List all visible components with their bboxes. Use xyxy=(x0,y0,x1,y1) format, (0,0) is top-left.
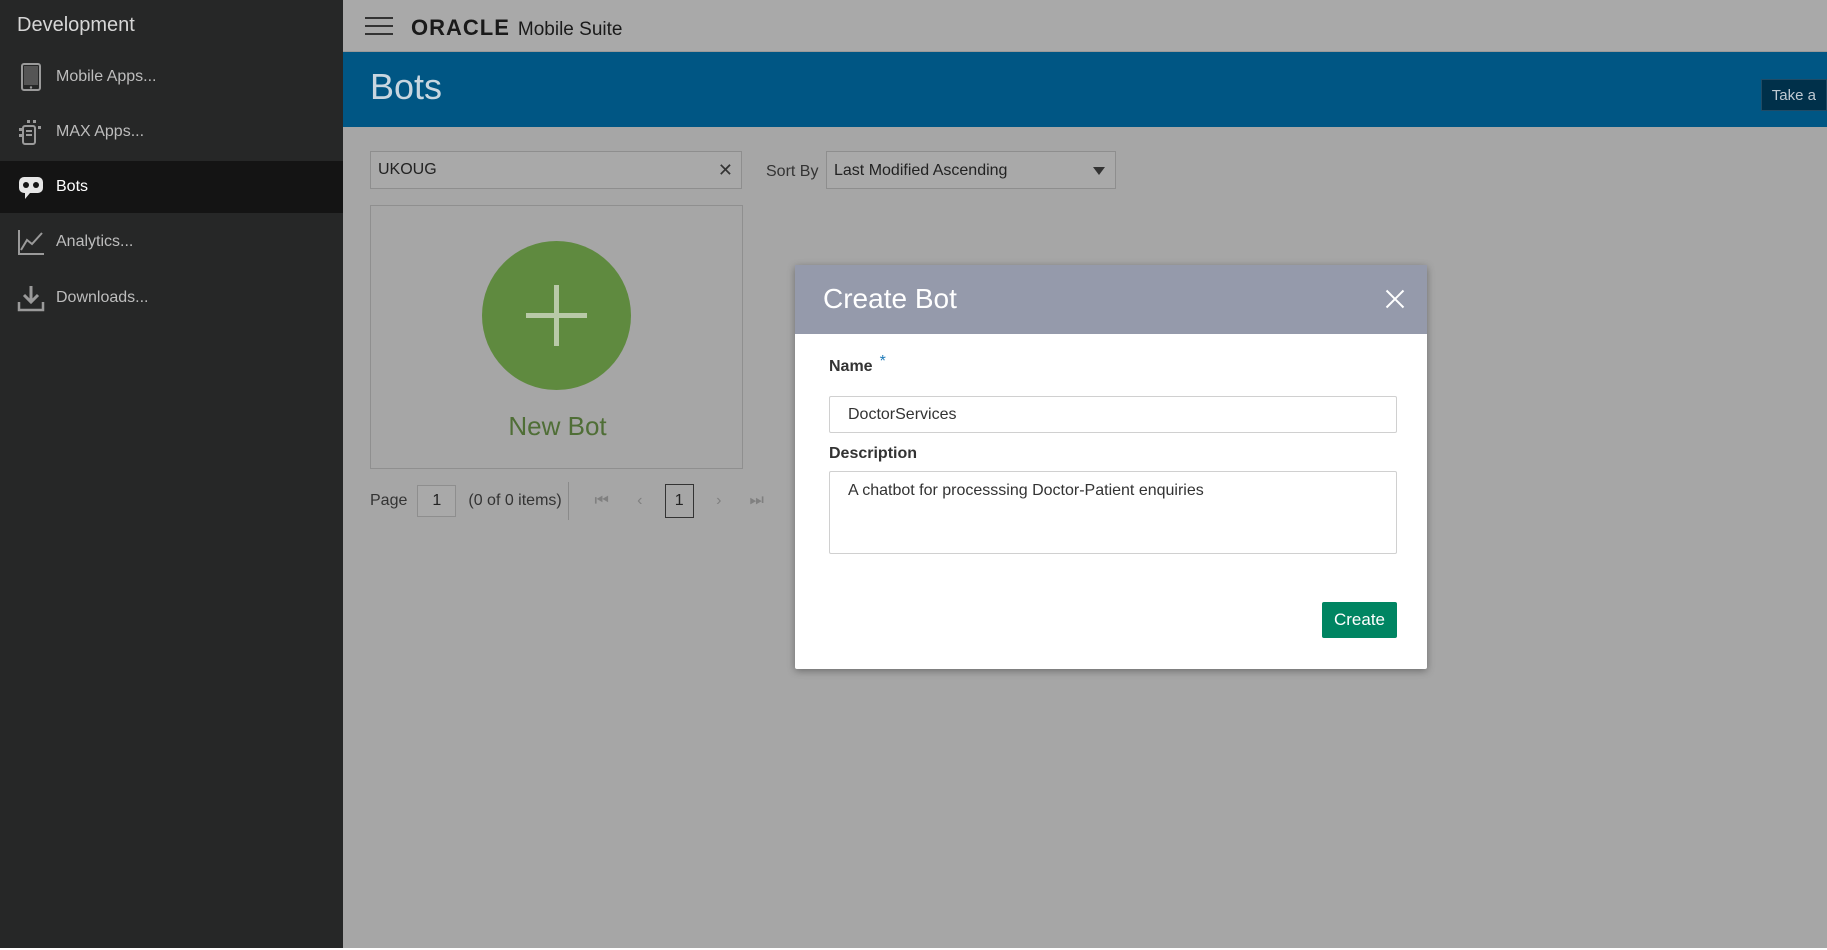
download-icon xyxy=(17,284,45,312)
sidebar-item-label: MAX Apps... xyxy=(56,123,145,140)
search-field: ✕ xyxy=(370,151,742,189)
create-button[interactable]: Create xyxy=(1322,602,1397,638)
sidebar-item-label: Mobile Apps... xyxy=(56,68,157,85)
sidebar-item-mobile-apps[interactable]: Mobile Apps... xyxy=(0,51,343,103)
bot-description-input[interactable]: A chatbot for processsing Doctor-Patient… xyxy=(829,471,1397,554)
sidebar-item-label: Downloads... xyxy=(56,289,149,306)
previous-page-icon[interactable]: ‹ xyxy=(621,492,659,510)
close-icon[interactable] xyxy=(1381,285,1409,313)
sidebar-item-max-apps[interactable]: MAX Apps... xyxy=(0,106,343,158)
required-indicator: * xyxy=(879,353,886,370)
create-bot-dialog: Create Bot Name* Description A chatbot f… xyxy=(795,265,1427,669)
bot-name-input[interactable] xyxy=(829,396,1397,433)
sidebar-item-downloads[interactable]: Downloads... xyxy=(0,272,343,324)
name-label: Name * xyxy=(829,353,886,375)
dialog-title: Create Bot xyxy=(823,283,957,314)
sidebar-item-label: Analytics... xyxy=(56,233,134,250)
page-number-input[interactable]: 1 xyxy=(417,485,457,517)
item-count: (0 of 0 items) xyxy=(468,492,562,509)
top-bar: ORACLE Mobile Suite xyxy=(343,0,1827,52)
page-title: Bots xyxy=(370,66,443,107)
brand-logo: ORACLE Mobile Suite xyxy=(411,15,622,41)
product-name: Mobile Suite xyxy=(517,19,623,40)
pagination: Page 1 (0 of 0 items) ⏮ ‹ 1 › ⏭ xyxy=(370,482,776,520)
hamburger-menu-icon[interactable] xyxy=(365,17,393,37)
bot-icon xyxy=(17,173,45,201)
chevron-down-icon xyxy=(1093,167,1105,175)
sidebar-item-bots[interactable]: Bots xyxy=(0,161,343,213)
last-page-icon[interactable]: ⏭ xyxy=(738,492,776,510)
current-page[interactable]: 1 xyxy=(664,484,694,518)
next-page-icon[interactable]: › xyxy=(700,492,738,510)
new-bot-label: New Bot xyxy=(508,411,607,441)
add-icon xyxy=(482,241,631,390)
take-a-tour-button[interactable]: Take a xyxy=(1760,79,1827,111)
dialog-header: Create Bot xyxy=(795,265,1427,334)
description-label: Description xyxy=(829,445,918,462)
sort-by-select[interactable]: Last Modified Ascending xyxy=(826,151,1116,189)
sidebar-title: Development xyxy=(17,14,135,36)
chart-line-icon xyxy=(17,228,45,256)
sidebar: Development Mobile Apps... MAX Apps... B… xyxy=(0,0,343,948)
clear-search-icon[interactable]: ✕ xyxy=(718,160,733,181)
new-bot-card[interactable]: New Bot xyxy=(370,205,743,469)
search-input[interactable] xyxy=(371,152,691,188)
first-page-icon[interactable]: ⏮ xyxy=(583,492,621,510)
oracle-logo: ORACLE xyxy=(411,15,510,40)
max-apps-icon xyxy=(17,118,45,146)
page-label: Page xyxy=(370,492,408,509)
sidebar-item-label: Bots xyxy=(56,178,89,195)
divider xyxy=(567,482,569,520)
page-header: Bots Take a xyxy=(343,52,1827,127)
sort-by-label: Sort By xyxy=(766,163,819,180)
tablet-icon xyxy=(17,63,45,91)
sidebar-item-analytics[interactable]: Analytics... xyxy=(0,216,343,268)
sort-by-value: Last Modified Ascending xyxy=(834,162,1008,179)
